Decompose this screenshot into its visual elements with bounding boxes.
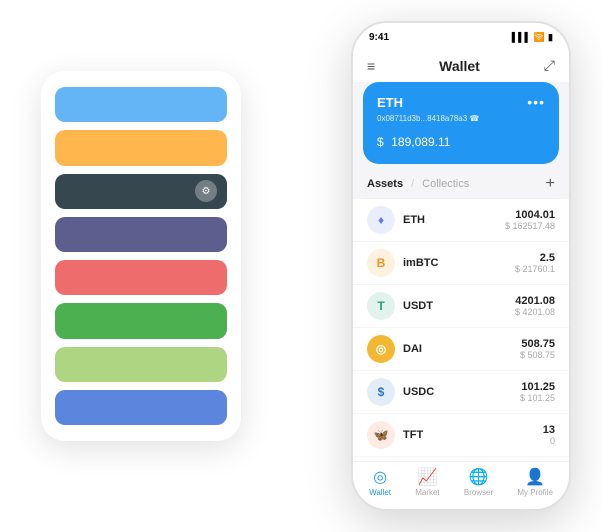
color-strip-strip-royalblue <box>55 390 227 425</box>
asset-icon-usdt: T <box>367 292 395 320</box>
eth-card[interactable]: ETH ••• 0x08711d3b...8418a78a3 ☎ $ 189,0… <box>363 82 559 164</box>
asset-name-usdt: USDT <box>403 300 515 312</box>
tab-collectics[interactable]: Collectics <box>422 178 469 190</box>
asset-values-usdt: 4201.08$ 4201.08 <box>515 295 555 317</box>
asset-amount-usdt: 4201.08 <box>515 295 555 307</box>
bg-card: ⚙ <box>41 71 241 441</box>
currency-symbol: $ <box>377 135 384 149</box>
wifi-icon: 🛜 <box>534 32 545 43</box>
asset-values-dai: 508.75$ 508.75 <box>520 338 555 360</box>
asset-item-tft[interactable]: 🦋 TFT130 <box>353 414 569 457</box>
nav-icon-wallet: ◎ <box>373 470 387 486</box>
nav-icon-browser: 🌐 <box>469 470 489 486</box>
assets-header: Assets / Collectics + <box>353 172 569 198</box>
phone-mockup: 9:41 ▌▌▌ 🛜 ▮ ≡ Wallet ⤢ ETH ••• 0x08711d… <box>351 21 571 511</box>
color-strip-strip-orange <box>55 130 227 165</box>
asset-name-usdc: USDC <box>403 386 520 398</box>
nav-label-browser: Browser <box>464 488 493 497</box>
asset-values-imbtc: 2.5$ 21760.1 <box>515 252 555 274</box>
nav-icon-market: 📈 <box>417 470 437 486</box>
phone-header: ≡ Wallet ⤢ <box>353 51 569 82</box>
asset-amount-usdc: 101.25 <box>520 381 555 393</box>
asset-amount-imbtc: 2.5 <box>515 252 555 264</box>
nav-label-profile: My Profile <box>517 488 553 497</box>
nav-item-profile[interactable]: 👤 My Profile <box>517 470 553 497</box>
asset-icon-dai: ◎ <box>367 335 395 363</box>
scene: ⚙ 9:41 ▌▌▌ 🛜 ▮ ≡ Wallet ⤢ ETH ••• 0x0871… <box>11 11 591 521</box>
eth-card-address: 0x08711d3b...8418a78a3 ☎ <box>377 114 545 123</box>
status-time: 9:41 <box>369 32 389 43</box>
tab-separator: / <box>411 178 414 190</box>
asset-icon-usdc: $ <box>367 378 395 406</box>
color-strip-strip-lime <box>55 347 227 382</box>
asset-amount-tft: 13 <box>543 424 555 436</box>
asset-item-usdt[interactable]: T USDT4201.08$ 4201.08 <box>353 285 569 328</box>
asset-usd-dai: $ 508.75 <box>520 350 555 360</box>
asset-usd-usdc: $ 101.25 <box>520 393 555 403</box>
asset-item-eth[interactable]: ♦ ETH1004.01$ 162517.48 <box>353 199 569 242</box>
asset-item-dai[interactable]: ◎ DAI508.75$ 508.75 <box>353 328 569 371</box>
asset-name-dai: DAI <box>403 343 520 355</box>
asset-usd-tft: 0 <box>543 436 555 446</box>
bottom-nav: ◎ Wallet 📈 Market 🌐 Browser 👤 My Profile <box>353 461 569 509</box>
nav-item-browser[interactable]: 🌐 Browser <box>464 470 493 497</box>
eth-card-label: ETH <box>377 95 403 110</box>
tab-assets[interactable]: Assets <box>367 178 403 190</box>
balance-amount: 189,089.11 <box>391 135 450 149</box>
asset-usd-usdt: $ 4201.08 <box>515 307 555 317</box>
asset-values-usdc: 101.25$ 101.25 <box>520 381 555 403</box>
asset-item-usdc[interactable]: $ USDC101.25$ 101.25 <box>353 371 569 414</box>
strip-icon: ⚙ <box>195 180 217 202</box>
asset-amount-dai: 508.75 <box>520 338 555 350</box>
menu-icon[interactable]: ≡ <box>367 58 375 74</box>
expand-icon[interactable]: ⤢ <box>544 57 555 74</box>
signal-icon: ▌▌▌ <box>512 32 531 42</box>
asset-list: ♦ ETH1004.01$ 162517.48 BimBTC2.5$ 21760.1… <box>353 199 569 461</box>
asset-values-eth: 1004.01$ 162517.48 <box>505 209 555 231</box>
color-strip-strip-red <box>55 260 227 295</box>
nav-label-market: Market <box>415 488 439 497</box>
color-strip-strip-purple <box>55 217 227 252</box>
asset-usd-imbtc: $ 21760.1 <box>515 264 555 274</box>
status-bar: 9:41 ▌▌▌ 🛜 ▮ <box>353 23 569 51</box>
asset-name-imbtc: imBTC <box>403 257 515 269</box>
nav-item-wallet[interactable]: ◎ Wallet <box>369 470 391 497</box>
color-strip-strip-green <box>55 303 227 338</box>
nav-item-market[interactable]: 📈 Market <box>415 470 439 497</box>
header-title: Wallet <box>439 58 480 74</box>
color-strip-strip-blue <box>55 87 227 122</box>
asset-name-eth: ETH <box>403 214 505 226</box>
eth-card-dots[interactable]: ••• <box>527 94 545 110</box>
asset-name-tft: TFT <box>403 429 543 441</box>
status-icons: ▌▌▌ 🛜 ▮ <box>512 32 553 43</box>
asset-item-imbtc[interactable]: BimBTC2.5$ 21760.1 <box>353 242 569 285</box>
asset-usd-eth: $ 162517.48 <box>505 221 555 231</box>
asset-icon-imbtc: B <box>367 249 395 277</box>
assets-tabs: Assets / Collectics <box>367 178 469 190</box>
add-asset-button[interactable]: + <box>546 176 555 192</box>
color-strip-strip-dark: ⚙ <box>55 174 227 209</box>
eth-card-balance: $ 189,089.11 <box>377 129 545 152</box>
asset-icon-eth: ♦ <box>367 206 395 234</box>
asset-icon-tft: 🦋 <box>367 421 395 449</box>
asset-amount-eth: 1004.01 <box>505 209 555 221</box>
nav-label-wallet: Wallet <box>369 488 391 497</box>
nav-icon-profile: 👤 <box>525 470 545 486</box>
battery-icon: ▮ <box>548 32 553 43</box>
asset-values-tft: 130 <box>543 424 555 446</box>
